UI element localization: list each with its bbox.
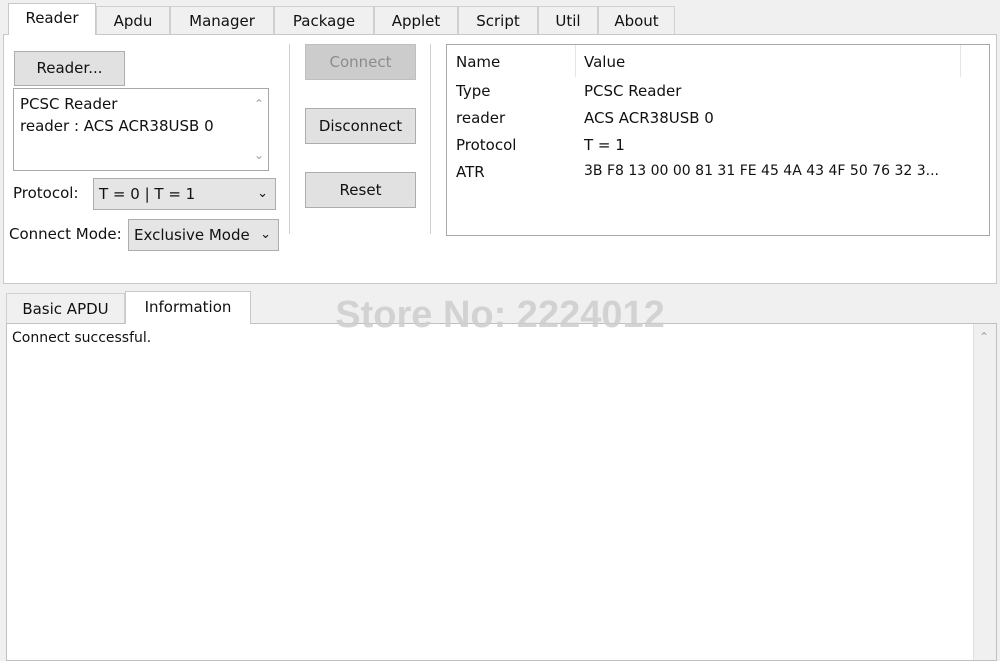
- disconnect-button[interactable]: Disconnect: [305, 108, 416, 144]
- column-divider: [575, 45, 576, 77]
- tab-apdu[interactable]: Apdu: [96, 6, 170, 35]
- table-row-value: 3B F8 13 00 00 81 31 FE 45 4A 43 4F 50 7…: [584, 163, 939, 179]
- table-row-value: ACS ACR38USB 0: [584, 109, 714, 127]
- main-tab-strip: Reader Apdu Manager Package Applet Scrip…: [3, 0, 997, 35]
- reader-info-table: Name Value Type PCSC Reader reader ACS A…: [446, 44, 990, 236]
- chevron-down-icon: ⌄: [257, 186, 268, 201]
- list-item[interactable]: reader : ACS ACR38USB 0: [20, 115, 262, 137]
- column-divider: [960, 45, 961, 77]
- tab-reader[interactable]: Reader: [8, 3, 96, 35]
- column-header-name[interactable]: Name: [456, 53, 500, 71]
- separator: [289, 44, 290, 234]
- chevron-down-icon: ⌄: [260, 227, 271, 242]
- watermark: Store No: 2224012: [335, 294, 665, 336]
- connect-mode-select[interactable]: Exclusive Mode ⌄: [128, 219, 279, 251]
- tab-basic-apdu[interactable]: Basic APDU: [6, 293, 125, 324]
- tab-util[interactable]: Util: [538, 6, 598, 35]
- separator: [430, 44, 431, 234]
- table-row-value: PCSC Reader: [584, 82, 682, 100]
- protocol-select[interactable]: T = 0 | T = 1 ⌄: [93, 178, 276, 210]
- vertical-scrollbar[interactable]: ⌃: [973, 324, 996, 660]
- chevron-down-icon[interactable]: ⌄: [254, 144, 264, 166]
- chevron-up-icon[interactable]: ⌃: [979, 330, 989, 344]
- tab-information[interactable]: Information: [125, 291, 251, 324]
- reader-list[interactable]: PCSC Reader reader : ACS ACR38USB 0 ⌃ ⌄: [13, 88, 269, 171]
- tab-manager[interactable]: Manager: [170, 6, 274, 35]
- table-row-name: reader: [456, 109, 506, 127]
- protocol-label: Protocol:: [13, 184, 79, 202]
- table-row-value: T = 1: [584, 136, 625, 154]
- reset-button[interactable]: Reset: [305, 172, 416, 208]
- output-text: Connect successful.: [12, 330, 152, 346]
- connect-button[interactable]: Connect: [305, 44, 416, 80]
- chevron-up-icon[interactable]: ⌃: [254, 93, 264, 115]
- protocol-select-value: T = 0 | T = 1: [99, 185, 196, 203]
- column-header-value[interactable]: Value: [584, 53, 625, 71]
- tab-applet[interactable]: Applet: [374, 6, 458, 35]
- reader-select-button[interactable]: Reader...: [14, 51, 125, 86]
- tab-package[interactable]: Package: [274, 6, 374, 35]
- table-row-name: ATR: [456, 163, 485, 181]
- list-item[interactable]: PCSC Reader: [20, 93, 262, 115]
- tab-about[interactable]: About: [598, 6, 675, 35]
- output-log[interactable]: Connect successful. ⌃: [6, 323, 997, 661]
- connect-mode-select-value: Exclusive Mode: [134, 226, 250, 244]
- tab-script[interactable]: Script: [458, 6, 538, 35]
- connect-mode-label: Connect Mode:: [9, 225, 122, 243]
- table-row-name: Type: [456, 82, 491, 100]
- table-row-name: Protocol: [456, 136, 517, 154]
